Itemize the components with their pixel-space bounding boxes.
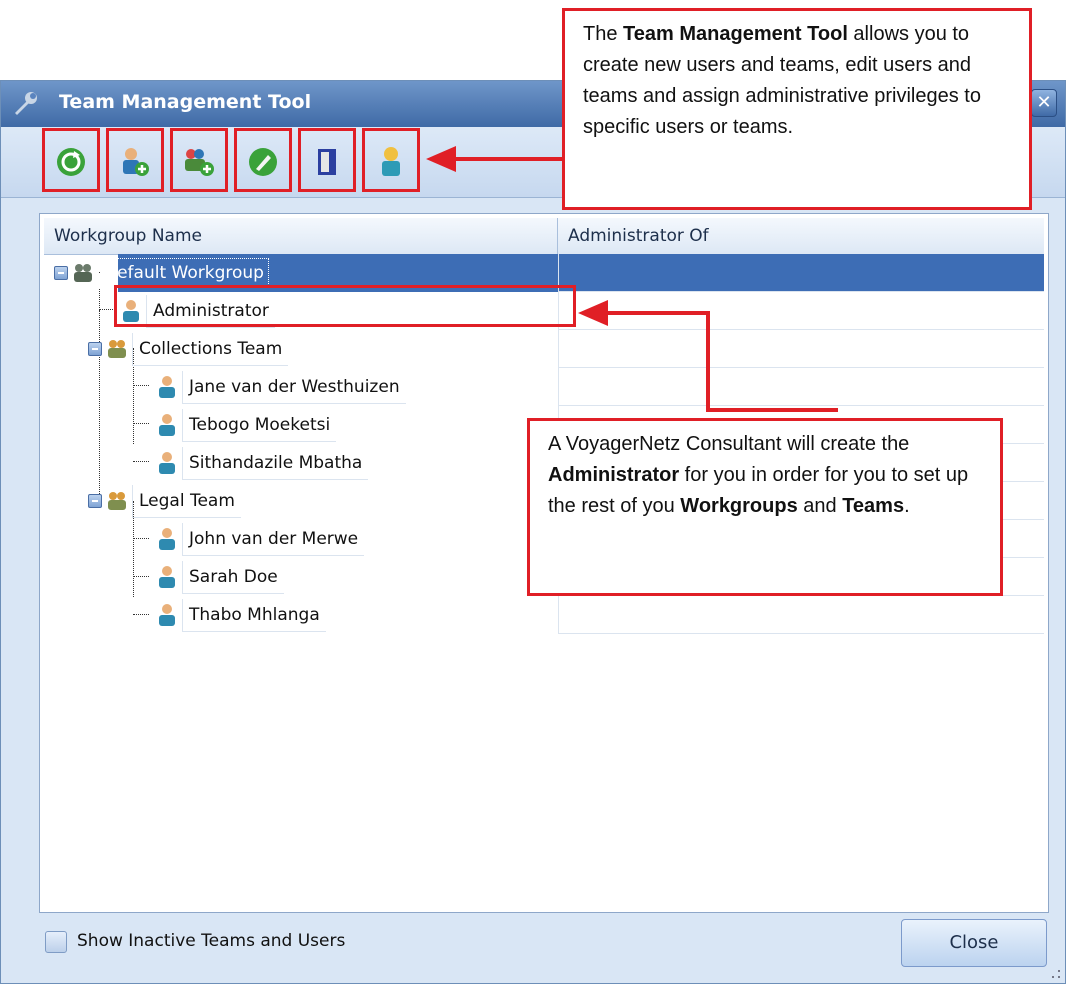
- resize-grip-icon[interactable]: [1051, 969, 1061, 979]
- toolbar-arrow-line: [452, 157, 562, 161]
- wrench-icon: [11, 91, 39, 117]
- show-inactive-checkbox[interactable]: [45, 931, 67, 953]
- administrator-callout: A VoyagerNetz Consultant will create the…: [527, 418, 1003, 596]
- administrator-of-cell: [558, 330, 1044, 368]
- tree-row-user[interactable]: Thabo Mhlanga: [44, 596, 1044, 634]
- user-icon: [159, 566, 175, 588]
- tree-node-label: Thabo Mhlanga: [182, 598, 326, 632]
- admin-arrow-line-h2: [706, 408, 838, 412]
- workgroup-icon: [74, 264, 92, 282]
- admin-arrow-head: [578, 300, 608, 326]
- user-icon: [159, 414, 175, 436]
- highlight-edit: [234, 128, 292, 192]
- collapse-toggle[interactable]: [88, 494, 102, 508]
- tree-row-user[interactable]: Jane van der Westhuizen: [44, 368, 1044, 406]
- tree-row-collections-team[interactable]: Collections Team: [44, 330, 1044, 368]
- administrator-of-cell: [558, 368, 1044, 406]
- tree-node-label: Tebogo Moeketsi: [182, 408, 337, 442]
- admin-arrow-line-h1: [606, 311, 710, 315]
- user-icon: [159, 376, 175, 398]
- show-inactive-label[interactable]: Show Inactive Teams and Users: [77, 931, 345, 951]
- tree-node-label: Collections Team: [132, 332, 289, 366]
- highlight-refresh: [42, 128, 100, 192]
- tree-node-label: John van der Merwe: [182, 522, 365, 556]
- window-title: Team Management Tool: [59, 91, 312, 113]
- user-icon: [159, 452, 175, 474]
- administrator-of-cell: [558, 596, 1044, 634]
- column-administrator-of[interactable]: Administrator Of: [558, 218, 1044, 254]
- highlight-deactivate: [298, 128, 356, 192]
- close-button[interactable]: Close: [901, 919, 1047, 967]
- highlight-add-user: [106, 128, 164, 192]
- team-icon: [108, 492, 126, 510]
- close-window-button[interactable]: ✕: [1031, 89, 1057, 117]
- highlight-add-team: [170, 128, 228, 192]
- team-icon: [108, 340, 126, 358]
- column-workgroup-name[interactable]: Workgroup Name: [44, 218, 558, 254]
- tree-node-label: Legal Team: [132, 484, 241, 518]
- user-icon: [159, 604, 175, 626]
- tree-node-label: Sarah Doe: [182, 560, 284, 594]
- collapse-toggle[interactable]: [88, 342, 102, 356]
- toolbar-arrow-head: [426, 146, 456, 172]
- administrator-of-cell: [558, 254, 1044, 292]
- tree-header: Workgroup Name Administrator Of: [44, 218, 1044, 255]
- collapse-toggle[interactable]: [54, 266, 68, 280]
- user-icon: [159, 528, 175, 550]
- tree-node-label: Jane van der Westhuizen: [182, 370, 406, 404]
- highlight-assign-admin: [362, 128, 420, 192]
- highlight-administrator: [114, 285, 576, 327]
- toolbar-callout: The Team Management Tool allows you to c…: [562, 8, 1032, 210]
- admin-arrow-line-v: [706, 311, 710, 411]
- tree-node-label: Sithandazile Mbatha: [182, 446, 369, 480]
